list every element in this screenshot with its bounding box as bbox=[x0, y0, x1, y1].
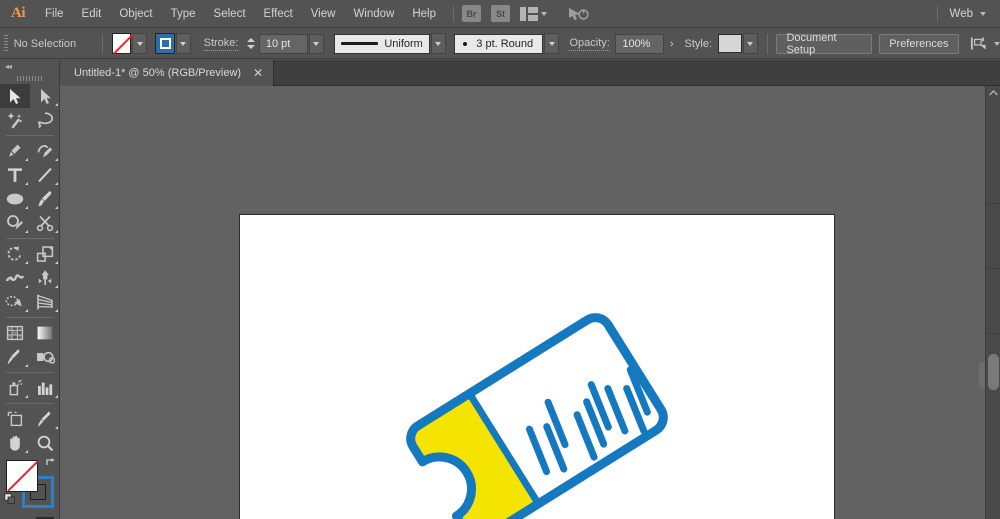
stroke-weight-chevron-down-icon[interactable] bbox=[309, 34, 324, 54]
menu-edit[interactable]: Edit bbox=[73, 0, 111, 28]
brush-definition-select[interactable]: 3 pt. Round bbox=[454, 34, 543, 54]
fill-swatch-button[interactable] bbox=[112, 33, 131, 54]
collapse-panel-icon[interactable]: ◂◂ bbox=[0, 60, 59, 73]
vertical-scrollbar[interactable] bbox=[985, 86, 1000, 519]
tool-shaper[interactable] bbox=[0, 211, 30, 235]
menu-type[interactable]: Type bbox=[162, 0, 205, 28]
illustrator-window: Ai File Edit Object Type Select Effect V… bbox=[0, 0, 1000, 519]
stroke-weight-stepper[interactable] bbox=[246, 34, 257, 54]
fill-swatch[interactable] bbox=[6, 460, 38, 492]
tool-line-segment[interactable] bbox=[30, 163, 60, 187]
tool-direct-selection[interactable] bbox=[30, 84, 60, 108]
workspace-chevron-down-icon[interactable] bbox=[980, 12, 986, 16]
style-chevron-down-icon[interactable] bbox=[743, 33, 758, 54]
selection-status-label: No Selection bbox=[14, 38, 93, 50]
tool-mesh[interactable] bbox=[0, 321, 30, 345]
arrange-chevron-down-icon[interactable] bbox=[541, 12, 547, 16]
tool-width[interactable] bbox=[0, 266, 30, 290]
control-divider bbox=[102, 34, 103, 54]
tool-paintbrush[interactable] bbox=[30, 187, 60, 211]
scrollbar-thumb[interactable] bbox=[988, 354, 999, 390]
opacity-input[interactable]: 100% bbox=[615, 34, 664, 54]
stroke-profile-chevron-down-icon[interactable] bbox=[431, 33, 446, 54]
document-setup-button[interactable]: Document Setup bbox=[776, 34, 871, 54]
menu-select[interactable]: Select bbox=[205, 0, 255, 28]
color-controls bbox=[0, 457, 60, 515]
menu-effect[interactable]: Effect bbox=[255, 0, 302, 28]
tool-pen[interactable] bbox=[0, 139, 30, 163]
menu-object[interactable]: Object bbox=[110, 0, 161, 28]
menu-view[interactable]: View bbox=[302, 0, 345, 28]
opacity-label[interactable]: Opacity: bbox=[569, 37, 609, 51]
fill-chevron-down-icon[interactable] bbox=[132, 33, 147, 54]
menubar-divider bbox=[453, 6, 454, 22]
document-tab-title: Untitled-1* @ 50% (RGB/Preview) bbox=[74, 67, 241, 79]
artboard[interactable] bbox=[240, 215, 834, 519]
menu-help[interactable]: Help bbox=[403, 0, 445, 28]
tool-blend[interactable] bbox=[30, 345, 60, 369]
tool-free-transform[interactable] bbox=[30, 266, 60, 290]
tool-rotate[interactable] bbox=[0, 242, 30, 266]
default-fill-stroke-icon[interactable] bbox=[4, 493, 16, 505]
document-tab[interactable]: Untitled-1* @ 50% (RGB/Preview) ✕ bbox=[60, 60, 274, 86]
brush-definition-label: 3 pt. Round bbox=[476, 38, 533, 50]
style-label: Style: bbox=[685, 38, 713, 50]
tool-symbol-sprayer[interactable] bbox=[0, 376, 30, 400]
align-chevron-down-icon[interactable] bbox=[994, 42, 1000, 46]
tool-slice[interactable] bbox=[30, 407, 60, 431]
tool-column-graph[interactable] bbox=[30, 376, 60, 400]
menu-bar: Ai File Edit Object Type Select Effect V… bbox=[0, 0, 1000, 28]
ticket-illustration[interactable] bbox=[240, 215, 834, 519]
tool-artboard[interactable] bbox=[0, 407, 30, 431]
tools-panel: ◂◂ bbox=[0, 60, 60, 519]
canvas-area[interactable] bbox=[60, 86, 985, 519]
swap-fill-stroke-icon[interactable] bbox=[45, 457, 57, 469]
panel-expand-handle[interactable] bbox=[979, 362, 985, 388]
tool-magic-wand[interactable] bbox=[0, 108, 30, 132]
stroke-profile-label: Uniform bbox=[384, 38, 423, 50]
bridge-icon[interactable]: Br bbox=[462, 5, 481, 22]
tool-type[interactable] bbox=[0, 163, 30, 187]
tools-panel-grip[interactable] bbox=[0, 73, 59, 84]
tool-scale[interactable] bbox=[30, 242, 60, 266]
tool-zoom[interactable] bbox=[30, 431, 60, 455]
tool-scissors[interactable] bbox=[30, 211, 60, 235]
control-bar-grip[interactable] bbox=[4, 35, 8, 53]
tool-selection[interactable] bbox=[0, 84, 30, 108]
close-icon[interactable]: ✕ bbox=[253, 67, 263, 79]
stroke-weight-input[interactable]: 10 pt bbox=[259, 34, 308, 54]
stock-icon[interactable]: St bbox=[491, 5, 510, 22]
brush-chevron-down-icon[interactable] bbox=[544, 33, 559, 54]
menu-file[interactable]: File bbox=[36, 0, 73, 28]
tool-perspective-grid[interactable] bbox=[30, 290, 60, 314]
round-brush-icon bbox=[463, 42, 467, 46]
app-logo-icon: Ai bbox=[0, 0, 36, 28]
preferences-button[interactable]: Preferences bbox=[879, 34, 958, 54]
tools-divider bbox=[6, 135, 54, 136]
tool-hand[interactable] bbox=[0, 431, 30, 455]
arrange-documents-icon[interactable] bbox=[520, 7, 538, 21]
stroke-profile-select[interactable]: Uniform bbox=[334, 34, 430, 54]
scroll-up-icon[interactable] bbox=[986, 86, 1000, 100]
tool-curvature[interactable] bbox=[30, 139, 60, 163]
control-bar: No Selection Stroke: 10 pt Uniform 3 pt.… bbox=[0, 29, 1000, 59]
align-to-artboard-icon[interactable] bbox=[970, 36, 988, 52]
cursor-tool-icon[interactable] bbox=[567, 5, 589, 23]
tool-eyedropper[interactable] bbox=[0, 345, 30, 369]
opacity-more-icon[interactable]: › bbox=[664, 34, 679, 54]
tool-lasso[interactable] bbox=[30, 108, 60, 132]
workspace-switcher-label[interactable]: Web bbox=[950, 8, 973, 20]
color-mode-buttons bbox=[0, 515, 59, 519]
stroke-swatch-button[interactable] bbox=[155, 33, 174, 54]
stroke-chevron-down-icon[interactable] bbox=[176, 33, 191, 54]
graphic-style-swatch[interactable] bbox=[718, 34, 742, 53]
tool-shape-builder[interactable] bbox=[0, 290, 30, 314]
uniform-profile-icon bbox=[341, 42, 378, 45]
tool-gradient[interactable] bbox=[30, 321, 60, 345]
document-tab-bar: Untitled-1* @ 50% (RGB/Preview) ✕ bbox=[60, 60, 1000, 86]
tool-ellipse[interactable] bbox=[0, 187, 30, 211]
menu-window[interactable]: Window bbox=[344, 0, 403, 28]
stroke-weight-label[interactable]: Stroke: bbox=[204, 37, 239, 51]
